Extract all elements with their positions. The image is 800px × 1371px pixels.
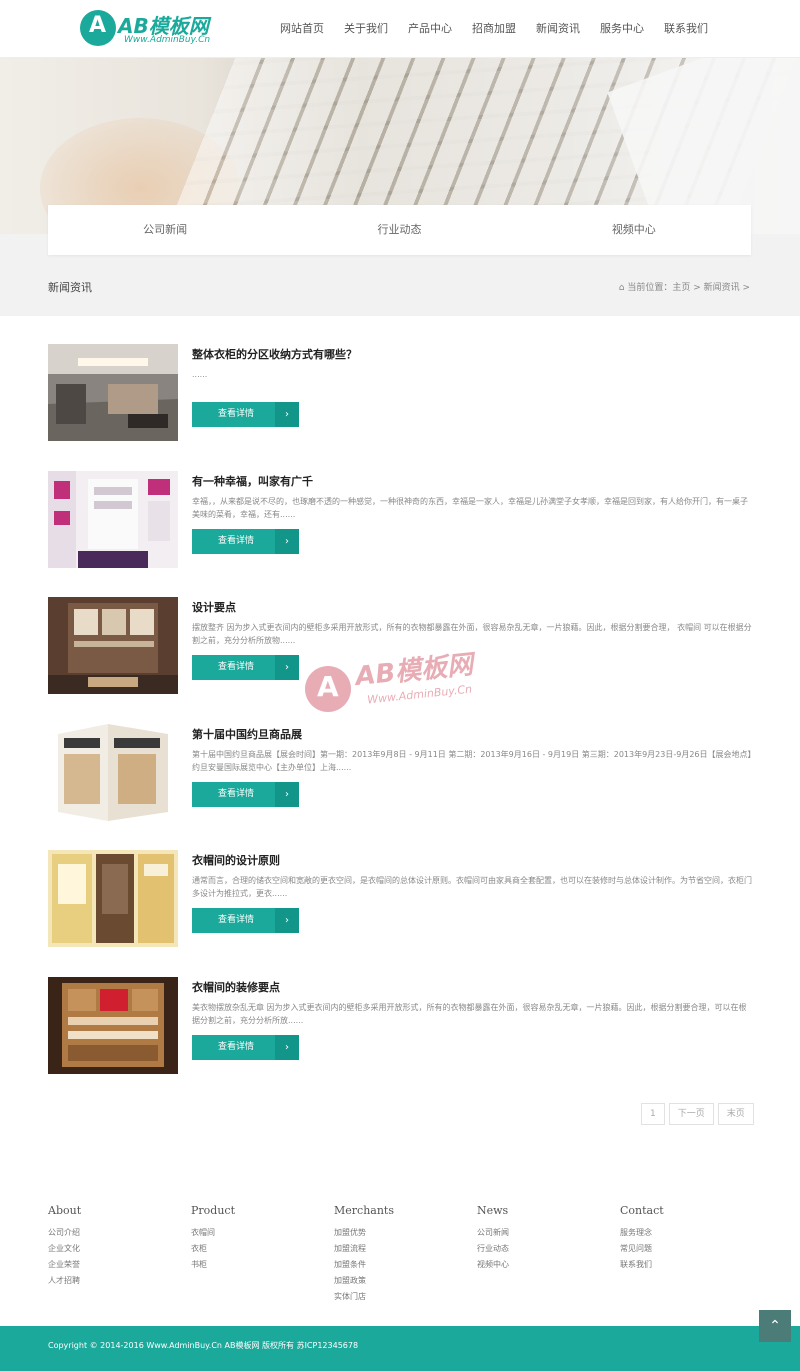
article-title[interactable]: 第十届中国约旦商品展 (192, 726, 302, 742)
nav-news[interactable]: 新闻资讯 (526, 0, 590, 58)
read-more-label: 查看详情 (217, 536, 254, 546)
read-more-label: 查看详情 (217, 662, 254, 672)
article-summary: 美衣物摆放杂乱无章 因为步入式更衣间内的壁柜多采用开放形式，所有的衣物都暴露在外… (192, 1003, 747, 1025)
footer-column-title: News (477, 1204, 509, 1217)
list-item: 有一种幸福，叫家有广千 幸福，，从来都是说不尽的，也琢磨不透的一种感觉，一种很神… (48, 471, 752, 568)
site-header: A AB模板网 Www.AdminBuy.Cn 网站首页 关于我们 产品中心 招… (0, 0, 800, 58)
site-logo[interactable]: A AB模板网 Www.AdminBuy.Cn (80, 8, 230, 48)
logo-letter: A (89, 13, 107, 38)
read-more-label: 查看详情 (217, 789, 254, 799)
chevron-right-icon: › (275, 402, 299, 427)
logo-url: Www.AdminBuy.Cn (124, 35, 211, 45)
footer-column-title: About (48, 1204, 82, 1217)
article-summary: 通常而言，合理的储衣空间和宽敞的更衣空间，是衣帽间的总体设计原则。衣帽间可由家具… (192, 876, 752, 898)
category-tabs: 公司新闻 行业动态 视频中心 (48, 205, 751, 255)
article-thumbnail[interactable] (48, 344, 178, 441)
read-more-button[interactable]: 查看详情 › (192, 529, 299, 554)
copyright-text: Copyright © 2014-2016 Www.AdminBuy.Cn AB… (48, 1341, 359, 1350)
article-title[interactable]: 有一种幸福，叫家有广千 (192, 473, 313, 489)
chevron-right-icon: › (275, 529, 299, 554)
footer-link[interactable]: 书柜 (191, 1257, 334, 1273)
breadcrumb-trail[interactable]: 当前位置：主页 > 新闻资讯 > (627, 283, 750, 293)
list-item: 整体衣柜的分区收纳方式有哪些？ ...... 查看详情 › (48, 344, 752, 441)
article-title[interactable]: 整体衣柜的分区收纳方式有哪些？ (192, 346, 357, 362)
footer-link[interactable]: 实体门店 (334, 1289, 477, 1305)
breadcrumb: ⌂ 当前位置：主页 > 新闻资讯 > (619, 280, 750, 293)
read-more-button[interactable]: 查看详情 › (192, 782, 299, 807)
footer-column-about: About 公司介绍 企业文化 企业荣誉 人才招聘 (48, 1204, 191, 1305)
article-summary: 摆放整齐 因为步入式更衣间内的壁柜多采用开放形式，所有的衣物都暴露在外面，很容易… (192, 623, 752, 645)
read-more-button[interactable]: 查看详情 › (192, 908, 299, 933)
article-summary: 第十届中国约旦商品展【展会时间】第一期：2013年9月8日 - 9月11日 第二… (192, 750, 752, 772)
footer-column-merchants: Merchants 加盟优势 加盟流程 加盟条件 加盟政策 实体门店 (334, 1204, 477, 1305)
footer-links: About 公司介绍 企业文化 企业荣誉 人才招聘 Product 衣帽间 衣柜… (48, 1204, 768, 1305)
footer-link[interactable]: 公司新闻 (477, 1225, 620, 1241)
main-nav: 网站首页 关于我们 产品中心 招商加盟 新闻资讯 服务中心 联系我们 (270, 0, 718, 58)
article-title[interactable]: 设计要点 (192, 599, 236, 615)
copyright-bar: Copyright © 2014-2016 Www.AdminBuy.Cn AB… (0, 1326, 800, 1371)
footer-link[interactable]: 公司介绍 (48, 1225, 191, 1241)
next-page-button[interactable]: 下一页 (668, 1103, 714, 1125)
footer-link[interactable]: 衣帽间 (191, 1225, 334, 1241)
footer-link[interactable]: 视频中心 (477, 1257, 620, 1273)
tab-video-center[interactable]: 视频中心 (517, 205, 751, 255)
footer-link[interactable]: 企业文化 (48, 1241, 191, 1257)
back-to-top-icon[interactable]: ⌃ (759, 1310, 791, 1342)
tab-industry-news[interactable]: 行业动态 (282, 205, 516, 255)
article-thumbnail[interactable] (48, 471, 178, 568)
footer-column-title: Merchants (334, 1204, 394, 1217)
nav-contact[interactable]: 联系我们 (654, 0, 718, 58)
footer-link[interactable]: 加盟条件 (334, 1257, 477, 1273)
page-title: 新闻资讯 (48, 281, 92, 294)
list-item: 衣帽间的装修要点 美衣物摆放杂乱无章 因为步入式更衣间内的壁柜多采用开放形式，所… (48, 977, 752, 1074)
footer-link[interactable]: 企业荣誉 (48, 1257, 191, 1273)
article-thumbnail[interactable] (48, 724, 178, 821)
footer-link[interactable]: 衣柜 (191, 1241, 334, 1257)
nav-about[interactable]: 关于我们 (334, 0, 398, 58)
footer-column-news: News 公司新闻 行业动态 视频中心 (477, 1204, 620, 1305)
footer-link[interactable]: 常见问题 (620, 1241, 763, 1257)
last-page-button[interactable]: 末页 (717, 1103, 754, 1125)
chevron-right-icon: › (275, 782, 299, 807)
chevron-right-icon: › (275, 655, 299, 680)
pagination: 1 下一页 末页 (641, 1103, 754, 1125)
read-more-label: 查看详情 (217, 915, 254, 925)
chevron-right-icon: › (275, 1035, 299, 1060)
tab-company-news[interactable]: 公司新闻 (48, 205, 282, 255)
nav-franchise[interactable]: 招商加盟 (462, 0, 526, 58)
article-thumbnail[interactable] (48, 977, 178, 1074)
nav-service[interactable]: 服务中心 (590, 0, 654, 58)
footer-link[interactable]: 服务理念 (620, 1225, 763, 1241)
footer-link[interactable]: 人才招聘 (48, 1273, 191, 1289)
article-summary: ...... (192, 370, 208, 379)
article-thumbnail[interactable] (48, 597, 178, 694)
read-more-button[interactable]: 查看详情 › (192, 402, 299, 427)
read-more-button[interactable]: 查看详情 › (192, 1035, 299, 1060)
list-item: 第十届中国约旦商品展 第十届中国约旦商品展【展会时间】第一期：2013年9月8日… (48, 724, 752, 821)
read-more-label: 查看详情 (217, 409, 254, 419)
read-more-button[interactable]: 查看详情 › (192, 655, 299, 680)
footer-link[interactable]: 联系我们 (620, 1257, 763, 1273)
footer-link[interactable]: 加盟政策 (334, 1273, 477, 1289)
watermark-logo: A AB模板网 Www.AdminBuy.Cn (305, 648, 505, 720)
footer-column-contact: Contact 服务理念 常见问题 联系我们 (620, 1204, 763, 1305)
article-thumbnail[interactable] (48, 850, 178, 947)
footer-link[interactable]: 行业动态 (477, 1241, 620, 1257)
nav-products[interactable]: 产品中心 (398, 0, 462, 58)
footer-link[interactable]: 加盟流程 (334, 1241, 477, 1257)
footer-column-title: Contact (620, 1204, 664, 1217)
footer-column-title: Product (191, 1204, 235, 1217)
footer-link[interactable]: 加盟优势 (334, 1225, 477, 1241)
article-summary: 幸福，，从来都是说不尽的，也琢磨不透的一种感觉，一种很神奇的东西，幸福是一家人，… (192, 497, 748, 519)
nav-home[interactable]: 网站首页 (270, 0, 334, 58)
chevron-right-icon: › (275, 908, 299, 933)
article-title[interactable]: 衣帽间的装修要点 (192, 979, 280, 995)
watermark-letter: A (317, 670, 339, 703)
footer-column-product: Product 衣帽间 衣柜 书柜 (191, 1204, 334, 1305)
list-item: 衣帽间的设计原则 通常而言，合理的储衣空间和宽敞的更衣空间，是衣帽间的总体设计原… (48, 850, 752, 947)
article-title[interactable]: 衣帽间的设计原则 (192, 852, 280, 868)
read-more-label: 查看详情 (217, 1042, 254, 1052)
page-number[interactable]: 1 (641, 1103, 665, 1125)
